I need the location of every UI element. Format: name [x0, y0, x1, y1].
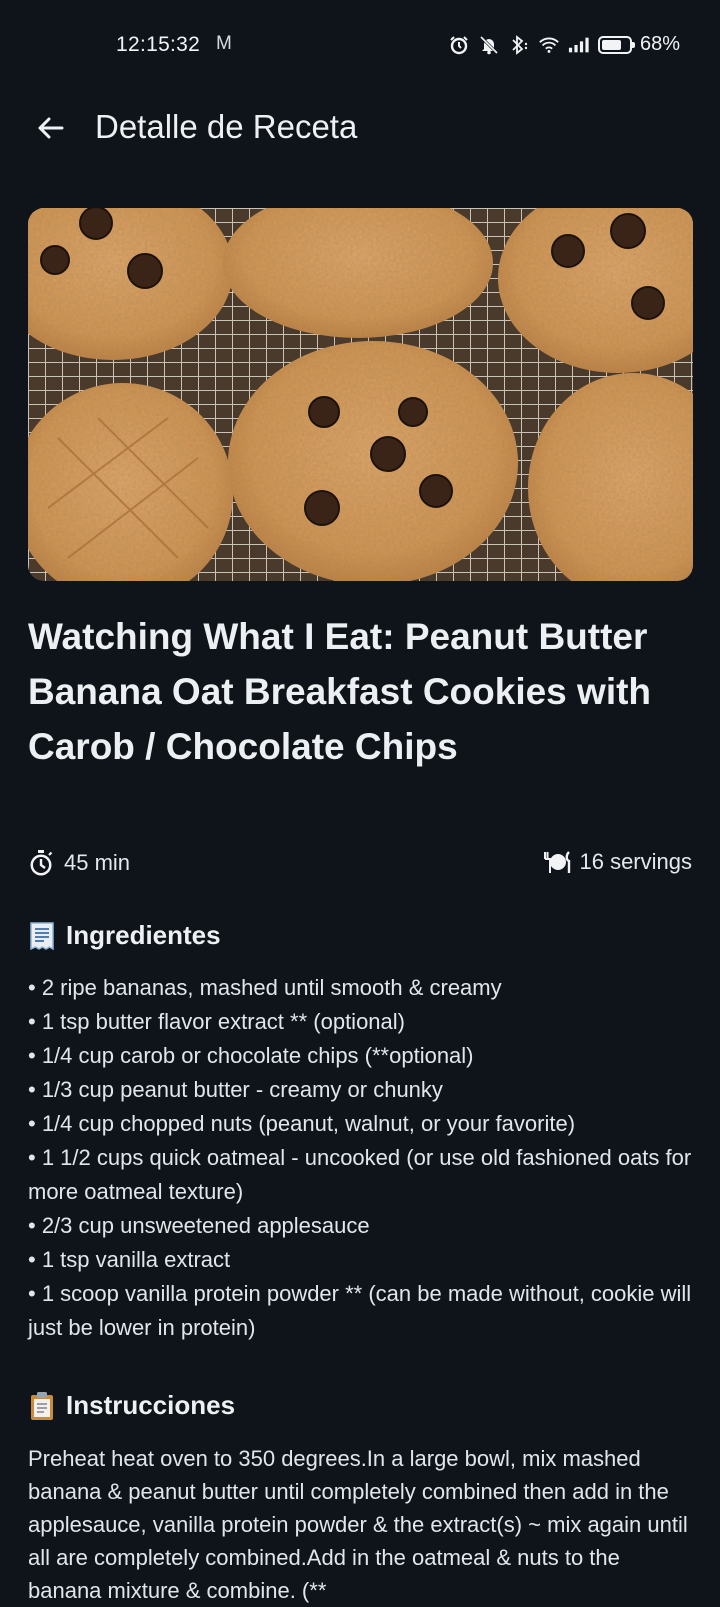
page-title: Detalle de Receta	[95, 108, 358, 145]
recipe-image	[28, 208, 693, 581]
cook-time: 45 min	[28, 849, 130, 877]
mute-bell-icon	[478, 34, 500, 56]
list-item: • 2 ripe bananas, mashed until smooth & …	[28, 975, 502, 1000]
alarm-icon	[448, 34, 470, 56]
wifi-icon	[538, 34, 560, 56]
arrow-left-icon	[38, 117, 64, 139]
instructions-heading-label: Instrucciones	[66, 1390, 236, 1420]
list-item: • 1/4 cup carob or chocolate chips (**op…	[28, 1043, 474, 1068]
servings-value: 16 servings	[579, 849, 692, 874]
instructions-text: Preheat heat oven to 350 degrees.In a la…	[28, 1446, 688, 1603]
status-icons: 68%	[448, 33, 680, 56]
signal-icon	[568, 34, 590, 56]
recipe-title: Watching What I Eat: Peanut Butter Banan…	[28, 616, 652, 767]
receipt-icon	[30, 921, 54, 950]
list-item: • 1/4 cup chopped nuts (peanut, walnut, …	[28, 1111, 576, 1136]
battery-icon	[597, 35, 635, 54]
list-item: • 1 scoop vanilla protein powder ** (can…	[28, 1281, 692, 1340]
list-item: • 2/3 cup unsweetened applesauce	[28, 1213, 370, 1238]
bluetooth-icon	[508, 34, 530, 56]
ingredients-heading-label: Ingredientes	[66, 920, 221, 950]
instructions-heading: Instrucciones	[28, 1390, 235, 1421]
list-item: • 1 tsp vanilla extract	[28, 1247, 231, 1272]
app-bar: Detalle de Receta	[0, 92, 720, 164]
battery-percent: 68%	[639, 33, 680, 55]
ingredients-list: • 2 ripe bananas, mashed until smooth & …	[28, 971, 694, 1345]
stopwatch-icon	[30, 850, 53, 876]
recipe-meta: 45 min 16 servings	[28, 849, 692, 883]
ingredients-heading: Ingredientes	[28, 920, 221, 951]
cook-time-value: 45 min	[64, 850, 131, 875]
list-item: • 1 tsp butter flavor extract ** (option…	[28, 1009, 405, 1034]
list-item: • 1 1/2 cups quick oatmeal - uncooked (o…	[28, 1145, 692, 1204]
clipboard-icon	[31, 1391, 53, 1420]
status-time: 12:15:32	[116, 33, 201, 56]
status-bar: 12:15:32 M 68%	[0, 0, 720, 92]
servings: 16 servings	[543, 849, 692, 875]
gmail-notification-icon: M	[216, 33, 232, 54]
plate-icon	[544, 851, 571, 873]
back-button[interactable]	[28, 106, 72, 150]
list-item: • 1/3 cup peanut butter - creamy or chun…	[28, 1077, 443, 1102]
